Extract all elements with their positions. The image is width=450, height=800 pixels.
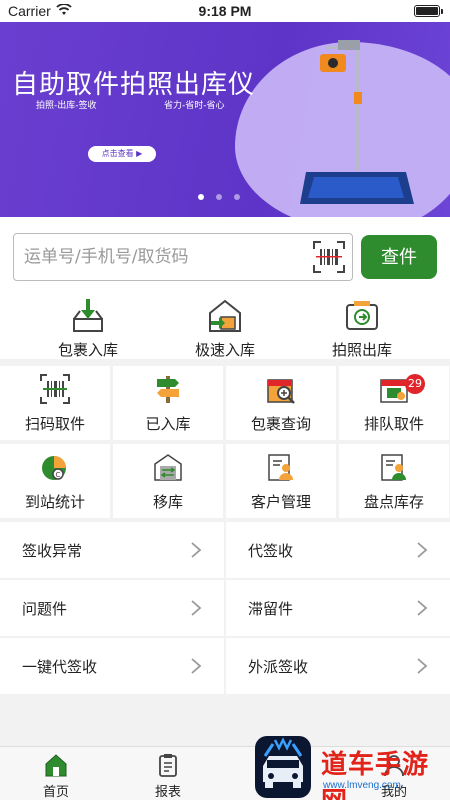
- barcode-scan-icon[interactable]: [312, 240, 346, 274]
- clock: 9:18 PM: [198, 3, 252, 19]
- queue-pickup-icon: [380, 379, 408, 403]
- site-watermark: 道车手游网 www.lmveng.com: [255, 736, 450, 800]
- banner-subtitle-right: 省力-省时-省心: [164, 101, 225, 111]
- chevron-right-icon: [417, 600, 428, 616]
- chevron-right-icon: [191, 542, 202, 558]
- list-item-label: 问题件: [22, 600, 68, 618]
- photo-outbound-icon: [346, 301, 378, 330]
- report-icon: [159, 754, 177, 777]
- grid-item-label: 移库: [152, 493, 183, 511]
- car-logo-graphic: [263, 737, 303, 788]
- grid-item-stored[interactable]: 已入库: [113, 366, 223, 440]
- grid-item-label: 客户管理: [250, 493, 311, 511]
- package-search-icon: [267, 379, 295, 404]
- grid-item-queue-pickup[interactable]: 29 排队取件: [339, 366, 449, 440]
- quick-action-label: 极速入库: [194, 341, 255, 359]
- battery-icon: [414, 5, 443, 17]
- grid-item-label: 已入库: [145, 415, 191, 433]
- tab-report[interactable]: 报表: [112, 747, 224, 800]
- banner-view-button[interactable]: 点击查看 ▶: [88, 146, 156, 162]
- list-item-proxy-sign[interactable]: 代签收: [226, 522, 450, 578]
- grid-item-move-stock[interactable]: 移库: [113, 444, 223, 518]
- list-item-label: 签收异常: [22, 542, 83, 560]
- list-item-dispatch-sign[interactable]: 外派签收: [226, 638, 450, 694]
- photo-station-device-image: [300, 40, 414, 204]
- list-item-problem-parcel[interactable]: 问题件: [0, 580, 224, 636]
- quick-actions: 包裹入库 极速入库 拍照出库: [0, 293, 450, 359]
- list-item-sign-exception[interactable]: 签收异常: [0, 522, 224, 578]
- barcode-scan-icon: [40, 374, 70, 404]
- chevron-right-icon: [417, 658, 428, 674]
- quick-action-label: 包裹入库: [57, 341, 118, 359]
- watermark-url: www.lmveng.com: [323, 780, 401, 791]
- list-item-label: 代签收: [248, 542, 294, 560]
- chevron-right-icon: [191, 658, 202, 674]
- grid-item-label: 盘点库存: [363, 493, 424, 511]
- banner-dot[interactable]: [198, 194, 204, 200]
- inventory-icon: [381, 454, 406, 481]
- package-inbound-icon: [73, 299, 103, 332]
- home-icon: [45, 754, 67, 777]
- chevron-right-icon: [191, 600, 202, 616]
- svg-text:C: C: [56, 471, 61, 479]
- search-button[interactable]: 查件: [361, 235, 437, 279]
- quick-action-label: 拍照出库: [331, 341, 392, 359]
- grid-item-label: 包裹查询: [250, 415, 311, 433]
- warehouse-move-icon: [154, 454, 182, 481]
- banner-subtitle-left: 拍照-出库-签收: [36, 101, 97, 111]
- search-input[interactable]: [24, 234, 304, 280]
- grid-item-station-stats[interactable]: C 到站统计: [0, 444, 110, 518]
- list-item-label: 外派签收: [248, 658, 309, 676]
- tab-label: 报表: [154, 785, 181, 800]
- customer-icon: [268, 454, 293, 481]
- grid-item-inventory[interactable]: 盘点库存: [339, 444, 449, 518]
- car-logo-icon: [255, 736, 311, 798]
- quick-action-photo-outbound[interactable]: 拍照出库: [307, 293, 417, 359]
- search-area: 查件: [0, 217, 450, 293]
- fast-inbound-icon: [209, 299, 241, 332]
- grid-item-label: 扫码取件: [24, 415, 85, 433]
- list-item-one-tap-sign[interactable]: 一键代签收: [0, 638, 224, 694]
- watermark-brand: 道车手游网: [321, 750, 430, 800]
- promo-banner[interactable]: 自助取件拍照出库仪 拍照-出库-签收 省力-省时-省心 点击查看 ▶: [0, 22, 450, 217]
- grid-item-package-search[interactable]: 包裹查询: [226, 366, 336, 440]
- signpost-icon: [157, 376, 179, 403]
- search-box[interactable]: [13, 233, 353, 281]
- pie-chart-icon: C: [42, 456, 66, 480]
- tab-label: 首页: [42, 785, 69, 800]
- banner-dot[interactable]: [234, 194, 240, 200]
- list-item-overdue-parcel[interactable]: 滞留件: [226, 580, 450, 636]
- list-item-label: 滞留件: [248, 600, 294, 618]
- grid-item-label: 到站统计: [24, 493, 85, 511]
- quick-action-package-inbound[interactable]: 包裹入库: [33, 293, 143, 359]
- list-item-label: 一键代签收: [22, 658, 98, 676]
- banner-dot[interactable]: [216, 194, 222, 200]
- quick-action-fast-inbound[interactable]: 极速入库: [170, 293, 280, 359]
- status-bar: Carrier 9:18 PM: [0, 0, 450, 22]
- queue-count-badge: 29: [405, 374, 425, 394]
- banner-title: 自助取件拍照出库仪: [12, 70, 256, 100]
- tab-home[interactable]: 首页: [0, 747, 112, 800]
- chevron-right-icon: [417, 542, 428, 558]
- banner-pagination[interactable]: [198, 194, 240, 200]
- grid-item-label: 排队取件: [363, 415, 424, 433]
- grid-item-scan-pickup[interactable]: 扫码取件: [0, 366, 110, 440]
- grid-item-customer-management[interactable]: 客户管理: [226, 444, 336, 518]
